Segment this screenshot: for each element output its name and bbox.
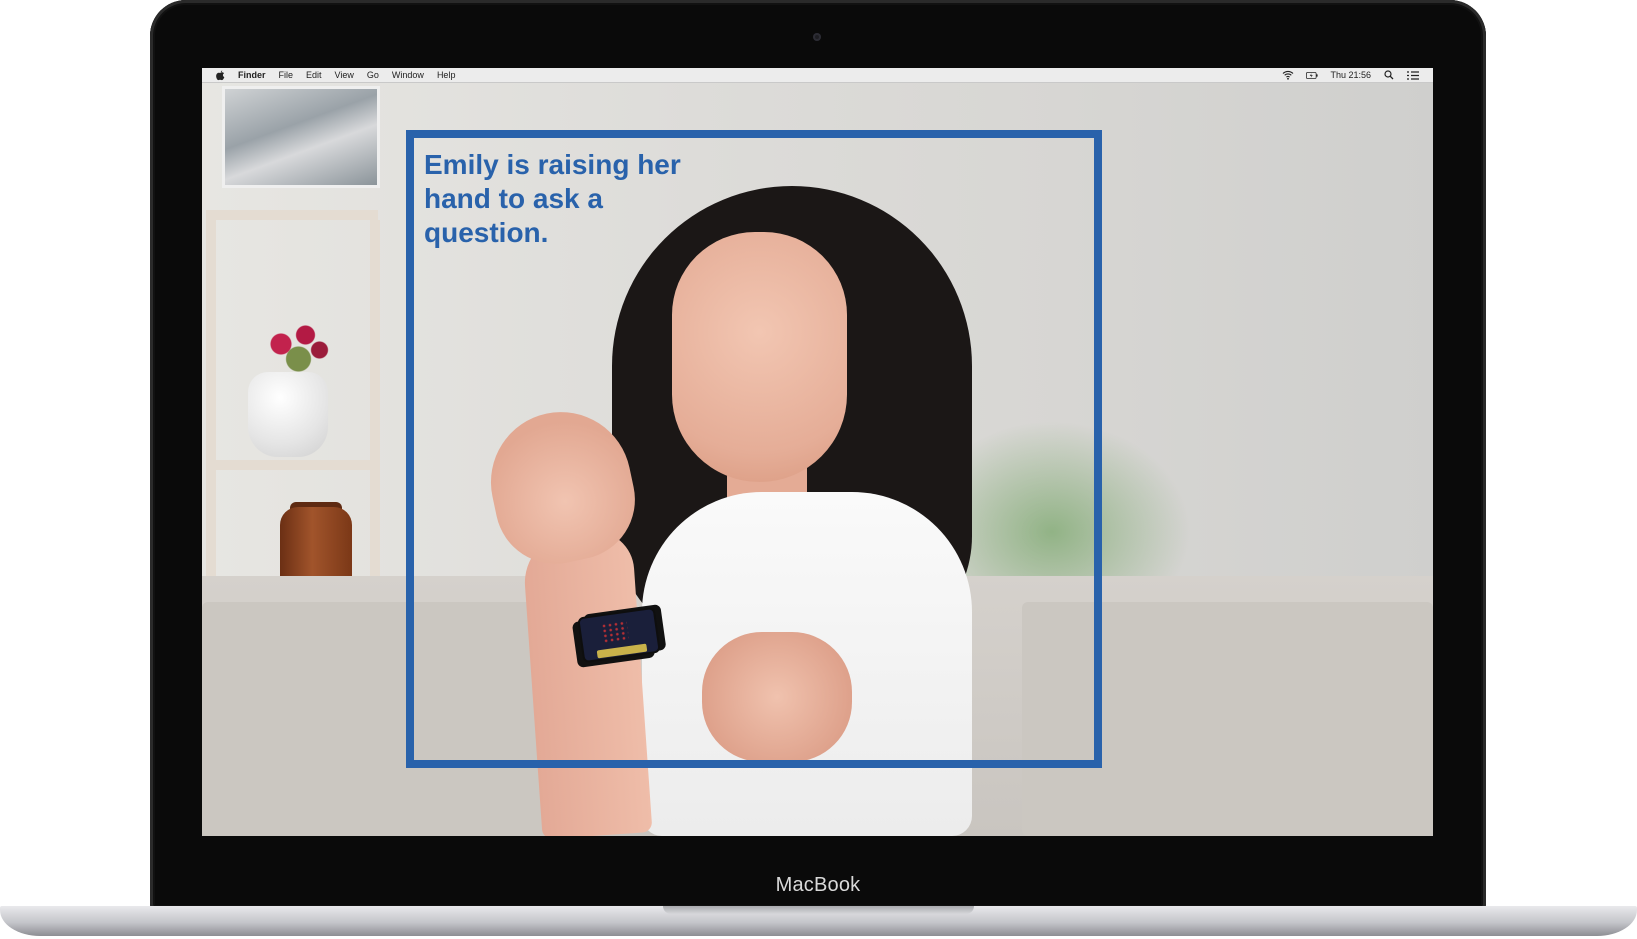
menu-file[interactable]: File: [279, 68, 294, 82]
menu-window[interactable]: Window: [392, 68, 424, 82]
laptop-screen: Finder File Edit View Go Window Help Thu…: [202, 68, 1433, 836]
laptop-notch: [663, 906, 974, 914]
list-icon[interactable]: [1407, 68, 1419, 82]
flowers: [260, 314, 330, 374]
menu-go[interactable]: Go: [367, 68, 379, 82]
wifi-icon[interactable]: [1282, 68, 1294, 82]
webcam-icon: [813, 33, 821, 41]
menu-bar: Finder File Edit View Go Window Help Thu…: [202, 68, 1433, 83]
vase: [248, 372, 328, 457]
shelf-board: [206, 210, 378, 220]
wall-picture: [222, 86, 380, 188]
menu-clock[interactable]: Thu 21:56: [1330, 68, 1371, 82]
menu-edit[interactable]: Edit: [306, 68, 322, 82]
search-icon[interactable]: [1383, 68, 1395, 82]
jar: [280, 507, 352, 585]
video-feed: Emily is raising her hand to ask a quest…: [202, 82, 1433, 836]
shelf-side: [370, 220, 380, 590]
apple-icon[interactable]: [216, 68, 225, 82]
caption-text: Emily is raising her hand to ask a quest…: [424, 149, 681, 248]
menu-view[interactable]: View: [335, 68, 354, 82]
shelf-board: [206, 460, 378, 470]
battery-icon[interactable]: [1306, 68, 1319, 82]
shelf-side: [206, 220, 216, 590]
device-label: MacBook: [775, 874, 861, 896]
menu-help[interactable]: Help: [437, 68, 456, 82]
menu-app-name[interactable]: Finder: [238, 68, 266, 82]
